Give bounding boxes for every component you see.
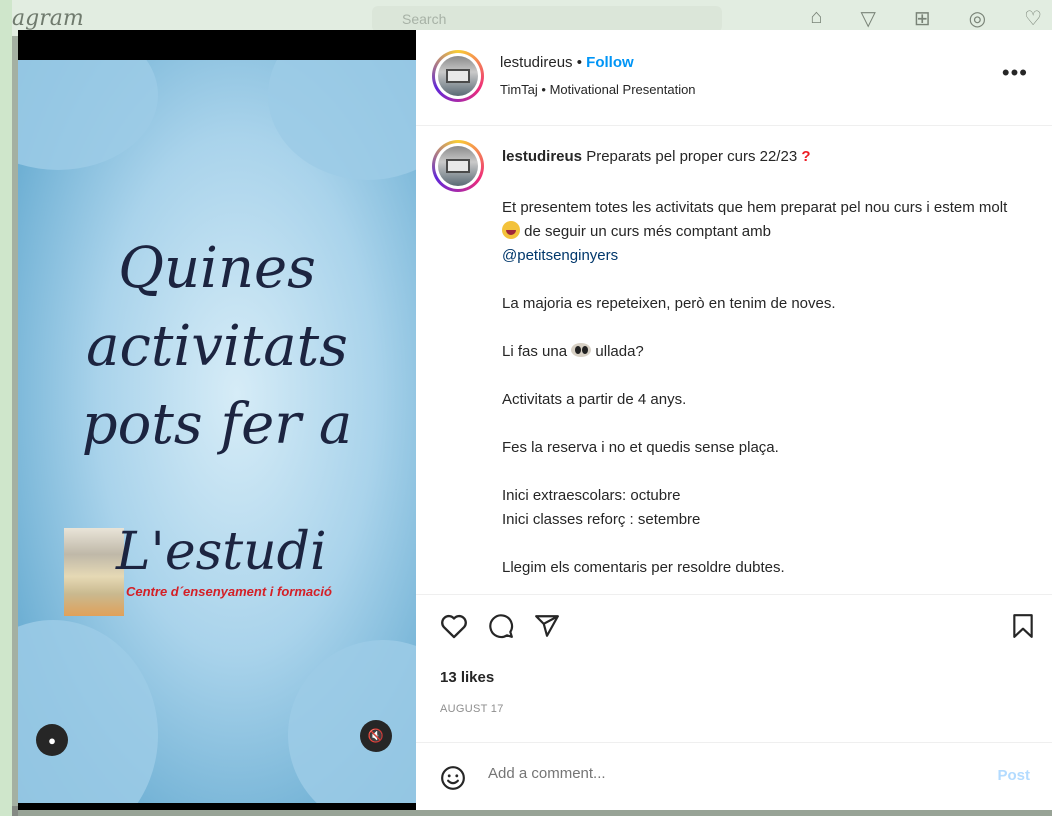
post-header: lestudireus • Follow TimTaj • Motivation… <box>416 30 1052 126</box>
post-modal: Quines activitats pots fer a L'estudi Ce… <box>18 30 1052 810</box>
emoji-picker-icon[interactable] <box>440 765 466 796</box>
decor-blob <box>18 620 158 803</box>
post-date: AUGUST 17 <box>440 703 504 715</box>
comment-bar: Post <box>416 742 1052 810</box>
new-post-icon: ⊞ <box>913 8 931 30</box>
media-headline: Quines activitats pots fer a <box>18 230 416 464</box>
follow-button[interactable]: Follow <box>586 54 634 71</box>
caption-paragraph: Et presentem totes les activitats que he… <box>502 196 1022 268</box>
caption-text: Preparats pel proper curs 22/23 <box>586 148 798 165</box>
author-username[interactable]: lestudireus <box>500 54 573 71</box>
likes-count[interactable]: 13 likes <box>440 669 494 686</box>
explore-icon: ◎ <box>968 8 987 30</box>
post-details-panel: lestudireus • Follow TimTaj • Motivation… <box>416 30 1052 810</box>
more-options-icon[interactable]: ••• <box>1002 60 1028 86</box>
author-avatar[interactable] <box>432 50 484 102</box>
caption-avatar[interactable] <box>432 140 484 192</box>
caption-paragraph: Inici extraescolars: octubre <box>502 487 681 504</box>
caption-section: lestudireus Preparats pel proper curs 22… <box>416 126 1052 594</box>
question-mark-emoji: ? <box>801 148 811 165</box>
reel-frame: Quines activitats pots fer a L'estudi Ce… <box>18 60 416 803</box>
mute-button[interactable]: 🔇 <box>360 720 392 752</box>
comment-input[interactable] <box>488 765 908 782</box>
post-media[interactable]: Quines activitats pots fer a L'estudi Ce… <box>18 30 416 810</box>
heart-icon: ♡ <box>1024 8 1042 30</box>
separator: • <box>576 54 582 71</box>
author-line: lestudireus • Follow <box>500 54 634 71</box>
decor-blob <box>18 60 158 170</box>
background-search: Search <box>372 6 722 32</box>
share-icon[interactable] <box>534 613 560 639</box>
muted-speaker-icon: 🔇 <box>367 728 385 743</box>
send-icon: ▽ <box>860 8 876 30</box>
decor-blob <box>268 60 416 180</box>
tagged-user-button[interactable]: ● <box>36 724 68 756</box>
caption-paragraph: Inici classes reforç : setembre <box>502 511 701 528</box>
caption-first-line: lestudireus Preparats pel proper curs 22… <box>502 148 811 165</box>
action-icons <box>440 613 560 639</box>
comment-icon[interactable] <box>488 613 514 639</box>
post-comment-button[interactable]: Post <box>997 767 1030 784</box>
caption-body: Et presentem totes les activitats que he… <box>502 196 1022 580</box>
caption-text: ullada? <box>595 343 644 360</box>
grinning-emoji-icon <box>502 221 520 239</box>
headline-line: activitats <box>86 314 348 379</box>
headline-line: Quines <box>118 236 316 301</box>
decor-blob <box>288 640 416 803</box>
logo-subtitle: Centre d´ensenyament i formació <box>126 584 332 599</box>
caption-text: Li fas una <box>502 343 568 360</box>
caption-paragraph: Li fas una ullada? <box>502 340 1022 364</box>
caption-text: Et presentem totes les activitats que he… <box>502 199 1008 216</box>
brand-logo: L'estudi Centre d´ensenyament i formació <box>64 522 416 622</box>
mention-link[interactable]: @petitsenginyers <box>502 247 618 264</box>
user-icon: ● <box>48 732 56 748</box>
caption-paragraph: Llegim els comentaris per resoldre dubte… <box>502 559 785 576</box>
audio-attribution[interactable]: TimTaj • Motivational Presentation <box>500 82 696 97</box>
caption-paragraph: Activitats a partir de 4 anys. <box>502 391 687 408</box>
home-icon: ⌂ <box>810 6 823 28</box>
books-image <box>64 528 124 616</box>
app-logo: agram <box>12 6 84 31</box>
caption-text: de seguir un curs més comptant amb <box>524 223 771 240</box>
logo-title: L'estudi <box>116 522 327 582</box>
headline-line: pots fer a <box>81 392 353 457</box>
background-nav-icons: ⌂ ▽ ⊞ ◎ ♡ <box>810 6 1042 31</box>
like-heart-icon[interactable] <box>440 613 468 639</box>
action-bar: 13 likes AUGUST 17 <box>416 594 1052 742</box>
caption-paragraph: La majoria es repeteixen, però en tenim … <box>502 295 836 312</box>
caption-username[interactable]: lestudireus <box>502 148 582 165</box>
caption-paragraph: Fes la reserva i no et quedis sense plaç… <box>502 439 779 456</box>
eyes-emoji-icon <box>571 343 592 357</box>
save-bookmark-icon[interactable] <box>1012 613 1034 639</box>
